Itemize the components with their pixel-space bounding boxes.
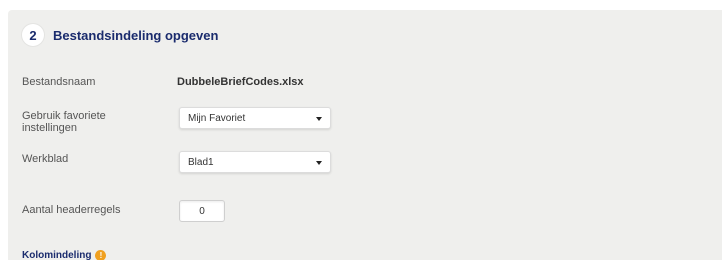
favorites-label-line1: Gebruik favoriete [22, 110, 106, 122]
filename-label: Bestandsnaam [22, 76, 96, 88]
favorites-select-value: Mijn Favoriet [188, 112, 246, 124]
header-rows-label: Aantal headerregels [22, 204, 121, 216]
header-rows-input[interactable] [179, 200, 225, 222]
column-layout-heading: Kolomindeling ! [22, 250, 107, 260]
step-number-badge: 2 [22, 24, 44, 46]
favorites-label-line2: instellingen [22, 122, 78, 134]
sheet-select[interactable]: Blad1 [179, 151, 331, 173]
step-header: 2 Bestandsindeling opgeven [22, 24, 218, 46]
sheet-select-value: Blad1 [188, 156, 214, 168]
filename-value: DubbeleBriefCodes.xlsx [177, 76, 304, 88]
sheet-label: Werkblad [22, 153, 69, 165]
favorites-select[interactable]: Mijn Favoriet [179, 107, 331, 129]
chevron-down-icon [316, 161, 322, 165]
info-icon[interactable]: ! [95, 250, 107, 260]
step-panel: 2 Bestandsindeling opgeven Bestandsnaam … [8, 10, 722, 260]
step-title: Bestandsindeling opgeven [53, 27, 219, 43]
chevron-down-icon [316, 117, 322, 121]
column-layout-title: Kolomindeling [22, 250, 92, 260]
favorites-label: Gebruik favoriete instellingen [22, 110, 106, 134]
